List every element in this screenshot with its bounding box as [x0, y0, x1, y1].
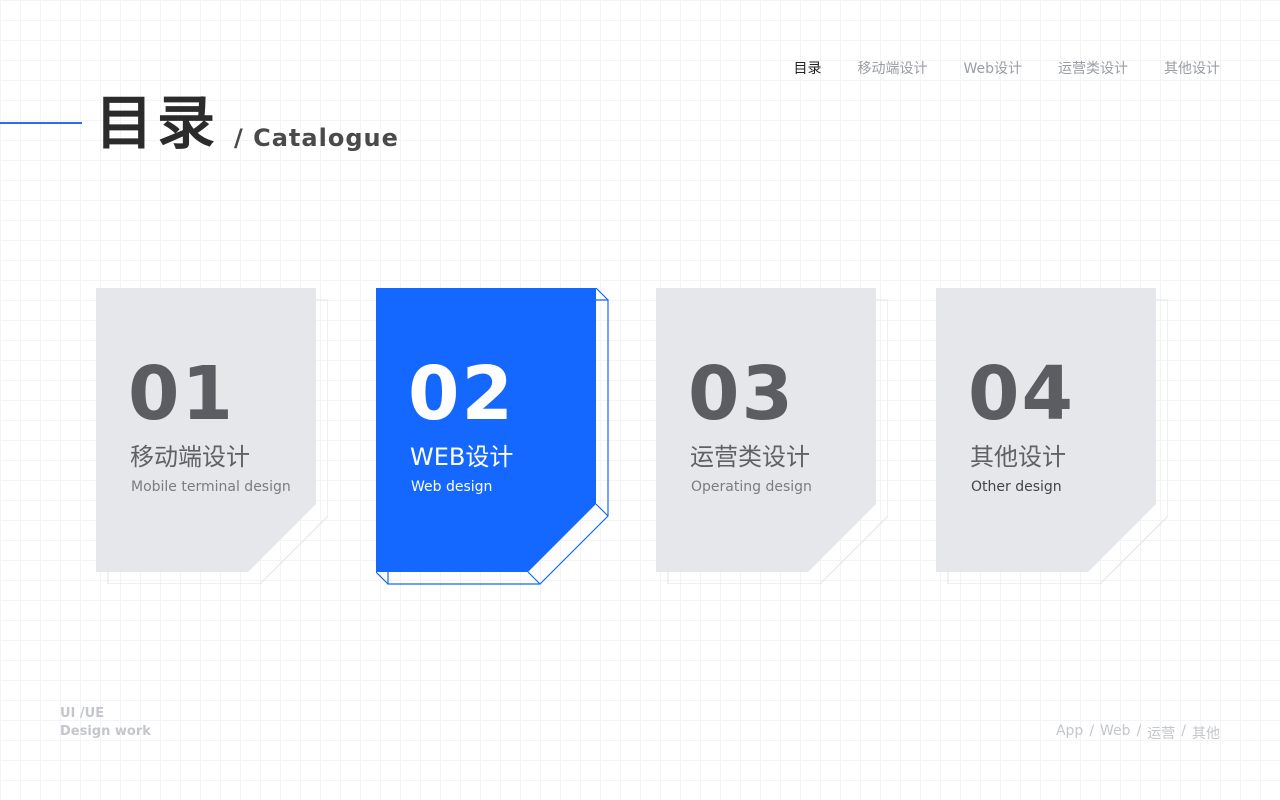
- footer-separator: /: [1181, 723, 1186, 739]
- footer-link-app[interactable]: App: [1056, 723, 1083, 743]
- title-accent-line: [0, 122, 82, 124]
- footer-link-web[interactable]: Web: [1100, 723, 1131, 743]
- footer-link-operating[interactable]: 运营: [1147, 723, 1175, 743]
- footer-links: App / Web / 运营 / 其他: [1056, 723, 1220, 743]
- card-subtitle: Operating design: [691, 479, 812, 495]
- card-title: 移动端设计: [130, 443, 250, 471]
- card-number: 04: [968, 351, 1075, 437]
- card-number: 02: [408, 351, 515, 437]
- card-subtitle: Web design: [411, 479, 493, 495]
- card-shape: [376, 288, 609, 585]
- nav-item-mobile-design[interactable]: 移动端设计: [857, 58, 927, 78]
- card-subtitle: Mobile terminal design: [131, 479, 291, 495]
- footer-caption: UI /UE Design work: [60, 705, 151, 741]
- card-title: WEB设计: [410, 443, 514, 471]
- footer-separator: /: [1089, 723, 1095, 739]
- card-other-design[interactable]: 04 其他设计 Other design: [936, 288, 1168, 584]
- footer-separator: /: [1136, 723, 1142, 739]
- card-number: 03: [688, 351, 795, 437]
- nav-item-operating-design[interactable]: 运营类设计: [1058, 58, 1128, 78]
- nav-item-web-design[interactable]: Web设计: [963, 58, 1022, 78]
- footer-link-other[interactable]: 其他: [1192, 723, 1220, 743]
- nav-item-other-design[interactable]: 其他设计: [1164, 58, 1220, 78]
- footer-caption-line1: UI /UE: [60, 706, 105, 721]
- card-title: 其他设计: [970, 443, 1066, 471]
- top-nav: 目录 移动端设计 Web设计 运营类设计 其他设计: [793, 58, 1220, 78]
- page-subtitle: / Catalogue: [234, 124, 399, 152]
- nav-item-catalogue[interactable]: 目录: [793, 58, 821, 78]
- card-title: 运营类设计: [690, 443, 810, 471]
- card-web-design[interactable]: 02 WEB设计 Web design: [376, 288, 609, 585]
- card-subtitle: Other design: [971, 479, 1062, 495]
- footer-caption-line2: Design work: [60, 724, 151, 739]
- page-title: 目录: [95, 89, 220, 157]
- card-operating-design[interactable]: 03 运营类设计 Operating design: [656, 288, 888, 584]
- card-number: 01: [128, 351, 235, 437]
- card-mobile-design[interactable]: 01 移动端设计 Mobile terminal design: [96, 288, 328, 584]
